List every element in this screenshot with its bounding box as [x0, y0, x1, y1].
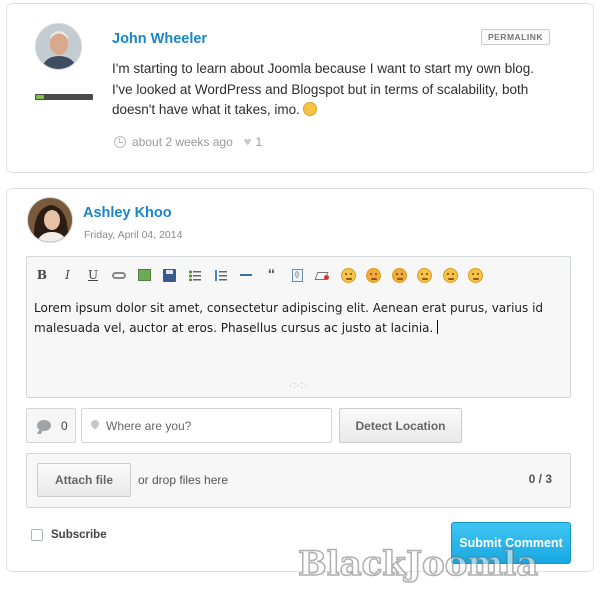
comment-editor[interactable]: B I U “ {} Lorem ipsum dolor sit amet, c…: [26, 256, 571, 398]
editor-text: Lorem ipsum dolor sit amet, consectetur …: [34, 301, 544, 335]
italic-button[interactable]: I: [60, 267, 76, 283]
video-icon: [163, 268, 176, 282]
emoticon-tongue-icon: [417, 267, 432, 283]
speech-bubble-icon: [37, 420, 51, 431]
emoticon-happy-button[interactable]: [340, 267, 356, 283]
heart-icon[interactable]: ♥: [244, 134, 252, 149]
emoticon-grin-button[interactable]: [366, 267, 382, 283]
link-icon: [111, 271, 126, 279]
comment-body: I'm starting to learn about Joomla becau…: [112, 59, 552, 121]
location-field[interactable]: [81, 408, 332, 443]
text-caret: [437, 319, 439, 334]
numbered-list-button[interactable]: [213, 267, 229, 283]
subscribe-checkbox[interactable]: [31, 529, 43, 541]
emoticon-neutral-icon: [442, 267, 458, 283]
resize-handle[interactable]: ·:·:·: [289, 380, 308, 390]
avatar[interactable]: [27, 197, 73, 243]
submit-comment-button[interactable]: Submit Comment: [451, 522, 571, 564]
detect-location-button[interactable]: Detect Location: [339, 408, 462, 443]
emoticon-tongue-button[interactable]: [417, 267, 433, 283]
underline-button[interactable]: U: [85, 267, 101, 283]
video-button[interactable]: [162, 267, 178, 283]
comment-text: I'm starting to learn about Joomla becau…: [112, 61, 535, 117]
location-input[interactable]: [106, 416, 316, 436]
drop-files-text: or drop files here: [138, 473, 229, 487]
emoticon-neutral-button[interactable]: [442, 267, 458, 283]
avatar[interactable]: [35, 23, 82, 70]
emoticon-wink-button[interactable]: [468, 267, 484, 283]
emoticon-angry-button[interactable]: [391, 267, 407, 283]
editor-content[interactable]: Lorem ipsum dolor sit amet, consectetur …: [34, 299, 559, 338]
link-button[interactable]: [111, 267, 127, 283]
quote-button[interactable]: “: [264, 267, 280, 283]
bullet-list-button[interactable]: [187, 267, 203, 283]
code-icon: {}: [291, 268, 303, 282]
comment-card: John Wheeler PERMALINK I'm starting to l…: [6, 3, 594, 173]
horizontal-rule-icon: [240, 274, 252, 276]
code-button[interactable]: {}: [289, 267, 305, 283]
image-button[interactable]: [136, 267, 152, 283]
attachment-dropzone[interactable]: Attach file or drop files here 0 / 3: [26, 453, 571, 508]
comment-form-card: Ashley Khoo Friday, April 04, 2014 B I U…: [6, 188, 594, 572]
clear-format-button[interactable]: [315, 267, 331, 283]
image-icon: [137, 269, 151, 281]
emoticon-wink-icon: [468, 267, 483, 283]
horizontal-rule-button[interactable]: [238, 267, 254, 283]
bullet-list-icon: [189, 269, 201, 281]
rank-progress-fill: [36, 95, 44, 99]
form-author-name[interactable]: Ashley Khoo: [83, 205, 172, 221]
editor-toolbar: B I U “ {}: [34, 267, 493, 283]
clock-icon: [114, 135, 126, 148]
numbered-list-icon: [214, 269, 227, 281]
emoticon-grin-icon: [366, 267, 381, 283]
smiley-icon: [302, 102, 317, 116]
comment-meta: about 2 weeks ago ♥ 1: [114, 134, 262, 149]
rank-progress-bar: [35, 94, 93, 100]
eraser-icon: [316, 270, 329, 280]
subscribe-label: Subscribe: [51, 529, 107, 541]
like-count: 1: [255, 134, 263, 149]
comment-count-badge: 0: [26, 408, 76, 443]
permalink-button[interactable]: PERMALINK: [480, 29, 550, 45]
map-pin-icon: [89, 418, 101, 430]
file-count: 0 / 3: [528, 472, 552, 486]
attach-file-button[interactable]: Attach file: [37, 463, 131, 497]
comment-author-link[interactable]: John Wheeler: [112, 31, 207, 47]
emoticon-angry-icon: [391, 267, 407, 283]
subscribe-option[interactable]: Subscribe: [31, 529, 107, 541]
post-date: Friday, April 04, 2014: [84, 229, 183, 241]
comment-time[interactable]: about 2 weeks ago: [132, 135, 233, 149]
emoticon-happy-icon: [340, 267, 356, 283]
bold-button[interactable]: B: [34, 267, 50, 283]
comment-count: 0: [61, 419, 68, 433]
